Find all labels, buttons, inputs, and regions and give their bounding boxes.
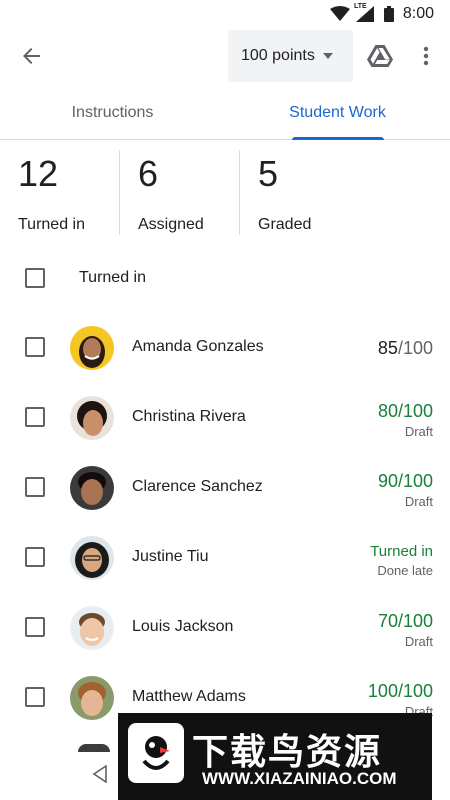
stat-assigned[interactable]: 6 Assigned [138,150,204,235]
max-score: /100 [397,338,433,358]
app-bar: 100 points [0,28,450,86]
section-label: Turned in [79,269,146,286]
student-name: Amanda Gonzales [132,338,264,355]
student-grade: 90/100 [377,471,433,491]
battery-icon [384,6,394,22]
student-name: Christina Rivera [132,408,246,425]
grade-status: Done late [377,563,433,578]
student-checkbox[interactable] [25,547,45,567]
points-value: 100 points [241,47,315,64]
student-name: Clarence Sanchez [132,478,263,495]
stat-graded[interactable]: 5 Graded [258,150,311,235]
stat-label: Assigned [138,216,204,233]
stat-value: 12 [18,153,59,194]
student-checkbox[interactable] [25,477,45,497]
stat-label: Turned in [18,216,85,233]
grade-status: Draft [404,424,433,439]
back-button[interactable] [14,38,50,74]
google-drive-icon [367,45,393,67]
student-row[interactable]: Louis Jackson 70/100 Draft [0,593,450,663]
score: 85 [377,338,398,358]
avatar [70,536,114,580]
tab-instructions[interactable]: Instructions [0,86,225,140]
student-grade: 70/100 [377,611,433,631]
select-all-checkbox[interactable] [25,268,45,288]
grade-status: Draft [404,494,433,509]
drive-button[interactable] [362,38,398,74]
avatar [70,676,114,720]
student-grade: Turned in [370,543,433,560]
tab-bar: Instructions Student Work [0,86,450,140]
student-checkbox[interactable] [25,337,45,357]
stat-value: 6 [138,153,159,194]
stat-value: 5 [258,153,279,194]
grade-status: Draft [404,634,433,649]
avatar [70,326,114,370]
watermark-title: 下载鸟资源 [192,731,383,772]
nav-back-icon[interactable] [92,765,108,783]
avatar [70,606,114,650]
stat-label: Graded [258,216,312,233]
dropdown-caret-icon [323,53,333,59]
student-row[interactable]: Christina Rivera 80/100 Draft [0,383,450,453]
section-header: Turned in [0,256,450,300]
bird-logo-icon [128,723,184,783]
tab-student-work[interactable]: Student Work [225,86,450,140]
student-row[interactable]: Amanda Gonzales 85/100 [0,313,450,383]
student-name: Matthew Adams [132,688,246,705]
watermark-url: WWW.XIAZAINIAO.COM [202,769,397,788]
watermark-banner: 下载鸟资源 WWW.XIAZAINIAO.COM [118,713,432,800]
cell-signal-icon [356,6,374,22]
points-dropdown[interactable]: 100 points [228,30,353,82]
student-row[interactable]: Clarence Sanchez 90/100 Draft [0,453,450,523]
student-name: Louis Jackson [132,618,234,635]
more-vert-icon [423,46,429,66]
submission-stats: 12 Turned in 6 Assigned 5 Graded [0,140,450,245]
student-checkbox[interactable] [25,687,45,707]
avatar [70,466,114,510]
avatar [70,396,114,440]
clock: 8:00 [402,5,434,22]
stat-turned-in[interactable]: 12 Turned in [18,150,85,235]
student-grade: 85/100 [378,338,433,359]
arrow-back-icon [23,48,40,64]
more-options-button[interactable] [408,38,444,74]
avatar [78,744,110,752]
student-grade: 100/100 [367,681,433,701]
student-checkbox[interactable] [25,407,45,427]
stat-divider [239,150,240,235]
stat-divider [119,150,120,235]
student-row[interactable]: Justine Tiu Turned in Done late [0,523,450,593]
student-name: Justine Tiu [132,548,209,565]
student-checkbox[interactable] [25,617,45,637]
wifi-icon [330,6,350,21]
student-grade: 80/100 [377,401,433,421]
status-bar: LTE 8:00 [0,0,450,28]
